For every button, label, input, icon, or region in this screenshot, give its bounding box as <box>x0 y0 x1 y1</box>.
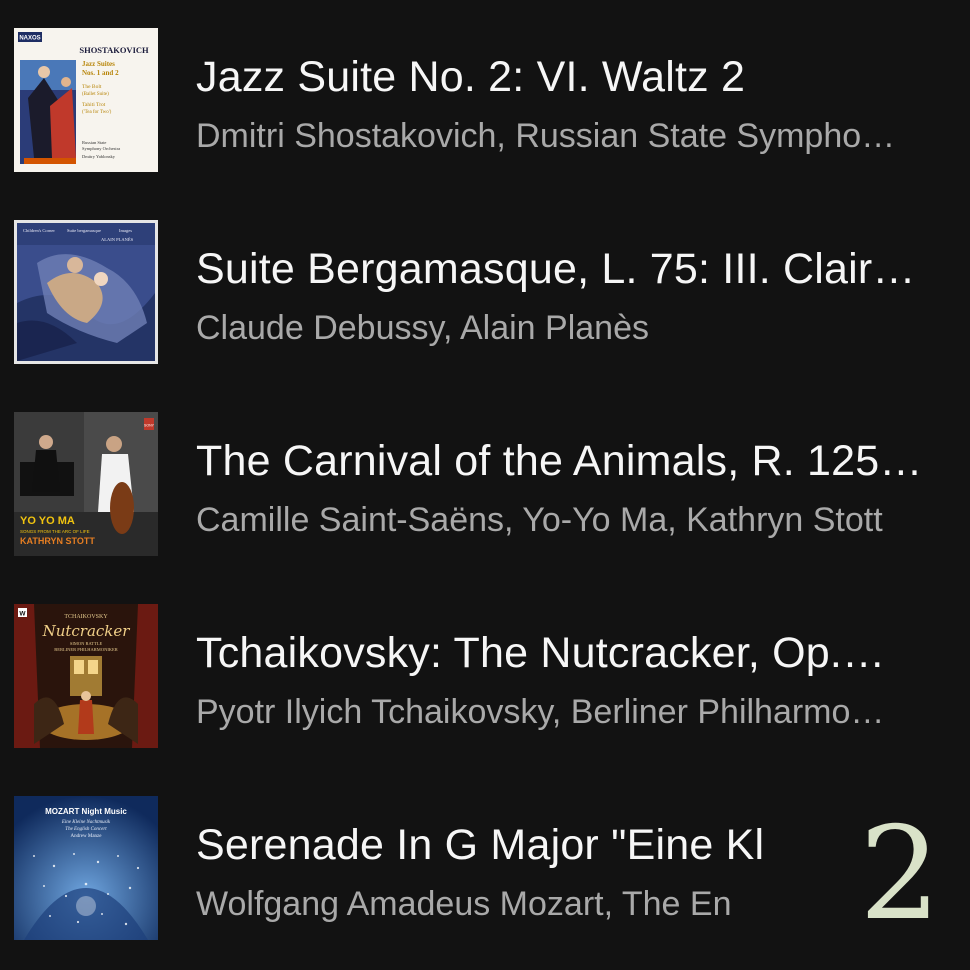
album-cover-mozart: MOZART Night Music Eine Kleine Nachtmusi… <box>14 796 158 940</box>
svg-text:Nutcracker: Nutcracker <box>42 622 131 640</box>
track-title: Serenade In G Major "Eine Kl <box>196 821 765 869</box>
warner-label: W <box>19 611 26 618</box>
track-row-serenade[interactable]: MOZART Night Music Eine Kleine Nachtmusi… <box>0 796 970 942</box>
naxos-brand: NAXOS <box>19 36 40 42</box>
track-list: NAXOS SHOSTAKOVICH Jazz Suites Nos. 1 an… <box>0 0 970 970</box>
svg-text:Children's Corner: Children's Corner <box>23 228 55 233</box>
svg-text:SONGS FROM THE ARC OF LIFE: SONGS FROM THE ARC OF LIFE <box>20 529 90 534</box>
page-number: 2 <box>840 800 960 950</box>
svg-text:YO YO MA: YO YO MA <box>20 515 75 527</box>
track-title: Jazz Suite No. 2: VI. Waltz 2 <box>196 53 746 101</box>
track-title: The Carnival of the Animals, R. 125… <box>196 437 923 485</box>
svg-text:(Ballet Suite): (Ballet Suite) <box>82 92 109 97</box>
svg-text:Eine Kleine Nachtmusik: Eine Kleine Nachtmusik <box>61 820 111 825</box>
svg-text:Dmitry Yablonsky: Dmitry Yablonsky <box>82 154 116 159</box>
svg-text:Jazz Suites: Jazz Suites <box>82 60 115 68</box>
album-cover-yo-yo-ma: SONY YO YO MA SONGS FROM THE ARC OF LIFE… <box>14 412 158 556</box>
track-title: Tchaikovsky: The Nutcracker, Op.… <box>196 629 886 677</box>
track-row-jazz-suite[interactable]: NAXOS SHOSTAKOVICH Jazz Suites Nos. 1 an… <box>0 28 970 174</box>
svg-text:Symphony Orchestra: Symphony Orchestra <box>82 146 120 151</box>
album-cover-debussy: Children's Corner Suite bergamasque Imag… <box>14 220 158 364</box>
album-cover-nutcracker: W TCHAIKOVSKY Nutcracker SIMON RATTLE BE… <box>14 604 158 748</box>
cover-composer: SHOSTAKOVICH <box>79 45 149 55</box>
track-artists: Pyotr Ilyich Tchaikovsky, Berliner Philh… <box>196 693 885 731</box>
track-artists: Camille Saint-Saëns, Yo-Yo Ma, Kathryn S… <box>196 501 883 539</box>
svg-text:('Tea for Two'): ('Tea for Two') <box>82 110 112 115</box>
track-artists: Wolfgang Amadeus Mozart, The En <box>196 885 732 923</box>
track-artists: Claude Debussy, Alain Planès <box>196 309 649 347</box>
album-cover-shostakovich: NAXOS SHOSTAKOVICH Jazz Suites Nos. 1 an… <box>14 28 158 172</box>
track-row-nutcracker[interactable]: W TCHAIKOVSKY Nutcracker SIMON RATTLE BE… <box>0 604 970 750</box>
svg-text:Andrew Manze: Andrew Manze <box>71 834 103 839</box>
svg-text:BERLINER PHILHARMONIKER: BERLINER PHILHARMONIKER <box>54 647 118 652</box>
svg-text:ALAIN PLANÈS: ALAIN PLANÈS <box>101 237 134 242</box>
svg-text:KATHRYN STOTT: KATHRYN STOTT <box>20 536 95 546</box>
svg-text:Tahiti Trot: Tahiti Trot <box>82 102 106 108</box>
svg-text:Nos. 1 and 2: Nos. 1 and 2 <box>82 69 119 77</box>
svg-text:TCHAIKOVSKY: TCHAIKOVSKY <box>64 614 108 620</box>
track-title: Suite Bergamasque, L. 75: III. Clair… <box>196 245 916 293</box>
svg-text:MOZART Night Music: MOZART Night Music <box>45 807 127 816</box>
svg-text:Images: Images <box>119 228 132 233</box>
track-row-suite-bergamasque[interactable]: Children's Corner Suite bergamasque Imag… <box>0 220 970 366</box>
track-artists: Dmitri Shostakovich, Russian State Symph… <box>196 117 896 155</box>
sony-label: SONY <box>144 424 155 428</box>
svg-text:The Bolt: The Bolt <box>82 84 102 90</box>
svg-text:The English Concert: The English Concert <box>65 827 107 832</box>
svg-text:Suite bergamasque: Suite bergamasque <box>67 228 101 233</box>
svg-text:Russian State: Russian State <box>82 140 106 145</box>
svg-text:SIMON RATTLE: SIMON RATTLE <box>70 641 103 646</box>
track-row-carnival-of-the-animals[interactable]: SONY YO YO MA SONGS FROM THE ARC OF LIFE… <box>0 412 970 558</box>
